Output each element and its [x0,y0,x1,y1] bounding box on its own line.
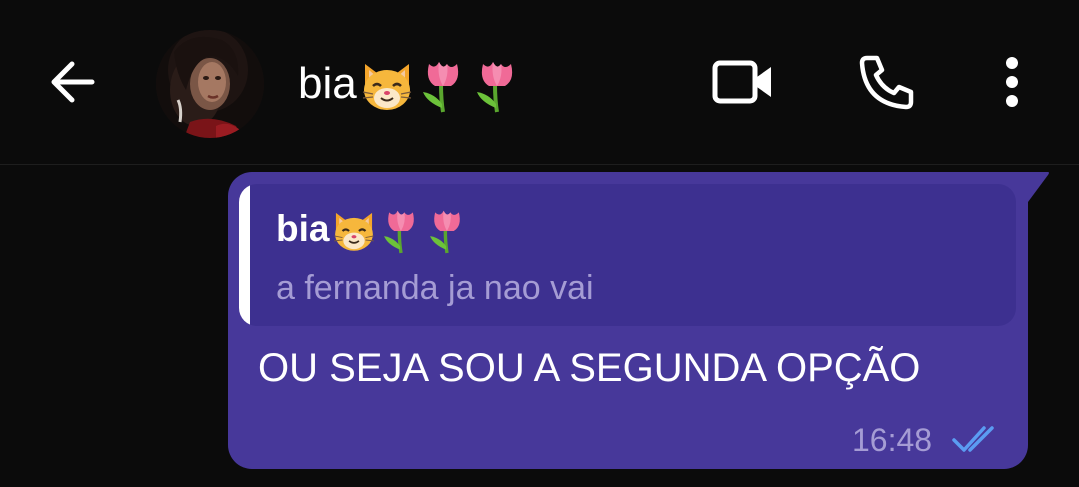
quote-accent-bar [239,184,250,326]
tulip-icon [476,62,512,113]
tulip-icon [384,210,415,254]
phone-icon [859,55,914,110]
more-options-button[interactable] [988,50,1036,114]
quoted-text: a fernanda ja nao vai [276,269,594,307]
video-call-button[interactable] [706,50,780,114]
message-timestamp: 16:48 [852,422,933,458]
contact-name[interactable]: bia [298,56,523,114]
tulip-icon [430,210,461,254]
contact-name-text: bia [298,59,357,108]
back-arrow-icon [51,61,95,103]
chat-header: bia [0,0,1079,165]
quoted-author: bia [276,204,469,255]
video-camera-icon [712,60,771,104]
tulip-icon [422,62,458,113]
cat-face-icon [362,64,411,111]
quoted-author-name: bia [276,208,330,249]
quoted-message[interactable]: bia a fernanda ja nao vai [239,184,1016,326]
voice-call-button[interactable] [852,50,922,114]
back-button[interactable] [40,52,104,112]
profile-photo [156,30,264,138]
more-vertical-icon [1006,57,1018,107]
bubble-tail [1020,172,1050,202]
message-text: OU SEJA SOU A SEGUNDA OPÇÃO [258,346,921,390]
cat-face-icon [334,213,375,251]
double-check-read-icon [952,426,994,452]
avatar[interactable] [156,30,264,138]
